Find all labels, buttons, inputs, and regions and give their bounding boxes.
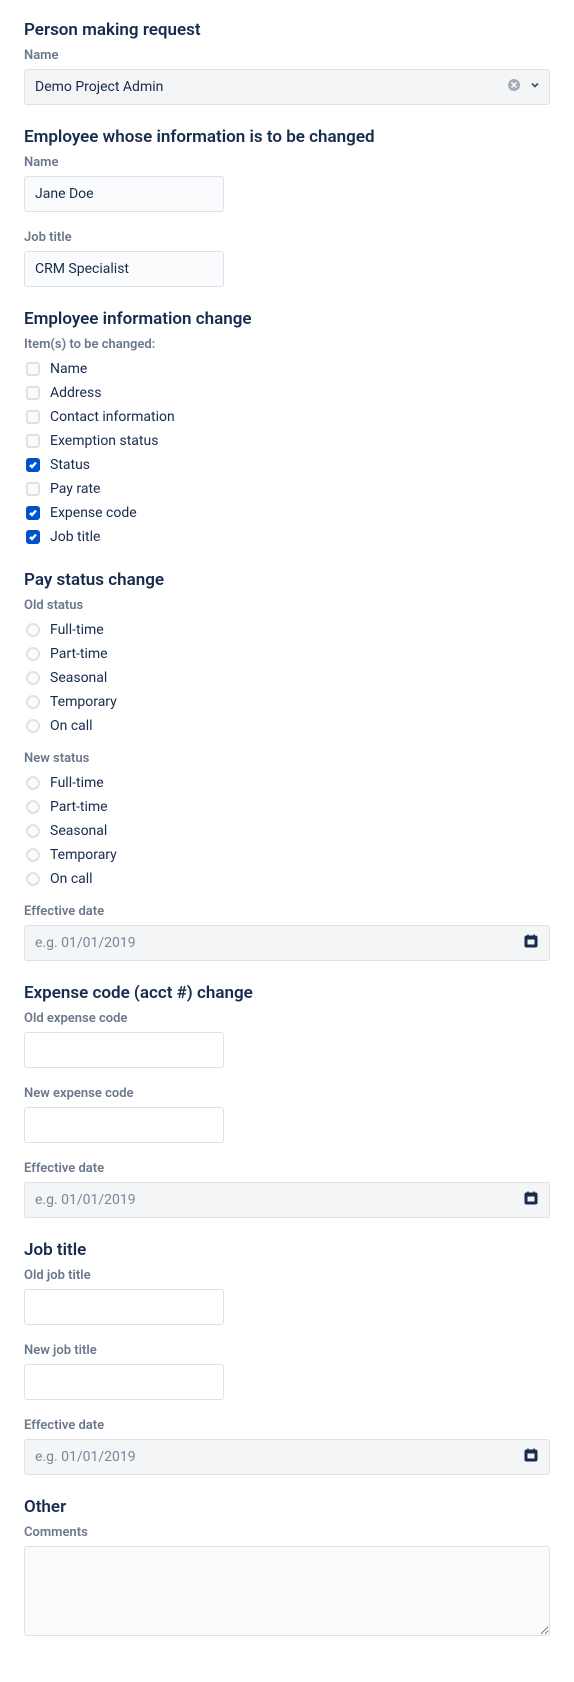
comments-textarea[interactable]	[24, 1546, 550, 1636]
section-title-info-change: Employee information change	[24, 309, 550, 329]
checkbox-row[interactable]: Expense code	[24, 502, 550, 524]
employee-job-title-input[interactable]: CRM Specialist	[24, 251, 224, 287]
radio-row[interactable]: Full-time	[24, 772, 550, 794]
label-paystatus-effective-date: Effective date	[24, 904, 550, 919]
section-title-jobtitle: Job title	[24, 1240, 550, 1260]
radio-unchecked-icon[interactable]	[26, 647, 40, 661]
radio-unchecked-icon[interactable]	[26, 623, 40, 637]
requester-name-select[interactable]: Demo Project Admin	[24, 69, 550, 105]
label-jobtitle-effective-date: Effective date	[24, 1418, 550, 1433]
label-new-expense: New expense code	[24, 1086, 550, 1101]
section-title-pay-status: Pay status change	[24, 570, 550, 590]
label-expense-effective-date: Effective date	[24, 1161, 550, 1176]
label-employee-job-title: Job title	[24, 230, 550, 245]
paystatus-effective-date-input[interactable]: e.g. 01/01/2019	[24, 925, 550, 961]
radio-row[interactable]: Temporary	[24, 844, 550, 866]
section-title-other: Other	[24, 1497, 550, 1517]
radio-unchecked-icon[interactable]	[26, 824, 40, 838]
calendar-icon	[523, 933, 539, 953]
checkbox-label: Exemption status	[50, 430, 158, 452]
radio-unchecked-icon[interactable]	[26, 872, 40, 886]
radio-label: On call	[50, 868, 93, 890]
new-expense-input[interactable]	[24, 1107, 224, 1143]
checkbox-checked-icon[interactable]	[26, 458, 40, 472]
radio-row[interactable]: Part-time	[24, 643, 550, 665]
chevron-down-icon[interactable]	[529, 79, 541, 95]
jobtitle-effective-date-input[interactable]: e.g. 01/01/2019	[24, 1439, 550, 1475]
clear-icon[interactable]	[507, 78, 521, 96]
radio-label: On call	[50, 715, 93, 737]
old-job-title-input[interactable]	[24, 1289, 224, 1325]
label-items-to-change: Item(s) to be changed:	[24, 337, 550, 352]
section-title-employee: Employee whose information is to be chan…	[24, 127, 550, 147]
expense-effective-date-input[interactable]: e.g. 01/01/2019	[24, 1182, 550, 1218]
section-title-requester: Person making request	[24, 20, 550, 40]
checkbox-unchecked-icon[interactable]	[26, 410, 40, 424]
employee-job-title-value: CRM Specialist	[35, 261, 129, 277]
checkbox-checked-icon[interactable]	[26, 506, 40, 520]
checkbox-row[interactable]: Job title	[24, 526, 550, 548]
section-title-expense: Expense code (acct #) change	[24, 983, 550, 1003]
checkbox-unchecked-icon[interactable]	[26, 386, 40, 400]
old-expense-input[interactable]	[24, 1032, 224, 1068]
radio-label: Seasonal	[50, 667, 107, 689]
employee-name-value: Jane Doe	[35, 186, 94, 202]
radio-label: Full-time	[50, 772, 104, 794]
label-old-expense: Old expense code	[24, 1011, 550, 1026]
checkbox-row[interactable]: Name	[24, 358, 550, 380]
label-new-job-title: New job title	[24, 1343, 550, 1358]
calendar-icon	[523, 1190, 539, 1210]
checkbox-label: Pay rate	[50, 478, 100, 500]
radio-label: Full-time	[50, 619, 104, 641]
radio-row[interactable]: Seasonal	[24, 820, 550, 842]
radio-row[interactable]: Part-time	[24, 796, 550, 818]
checkbox-unchecked-icon[interactable]	[26, 362, 40, 376]
radio-label: Temporary	[50, 691, 117, 713]
checkbox-label: Contact information	[50, 406, 175, 428]
checkbox-row[interactable]: Pay rate	[24, 478, 550, 500]
radio-unchecked-icon[interactable]	[26, 719, 40, 733]
radio-label: Part-time	[50, 643, 108, 665]
checkbox-unchecked-icon[interactable]	[26, 434, 40, 448]
checkbox-checked-icon[interactable]	[26, 530, 40, 544]
checkbox-label: Name	[50, 358, 87, 380]
new-job-title-input[interactable]	[24, 1364, 224, 1400]
checkbox-row[interactable]: Contact information	[24, 406, 550, 428]
checkbox-row[interactable]: Address	[24, 382, 550, 404]
checkbox-unchecked-icon[interactable]	[26, 482, 40, 496]
radio-label: Temporary	[50, 844, 117, 866]
radio-row[interactable]: Full-time	[24, 619, 550, 641]
label-old-status: Old status	[24, 598, 550, 613]
label-old-job-title: Old job title	[24, 1268, 550, 1283]
label-employee-name: Name	[24, 155, 550, 170]
checkbox-row[interactable]: Status	[24, 454, 550, 476]
checkbox-label: Address	[50, 382, 101, 404]
radio-unchecked-icon[interactable]	[26, 848, 40, 862]
radio-unchecked-icon[interactable]	[26, 776, 40, 790]
radio-unchecked-icon[interactable]	[26, 800, 40, 814]
radio-unchecked-icon[interactable]	[26, 695, 40, 709]
employee-name-input[interactable]: Jane Doe	[24, 176, 224, 212]
radio-label: Part-time	[50, 796, 108, 818]
checkbox-row[interactable]: Exemption status	[24, 430, 550, 452]
label-comments: Comments	[24, 1525, 550, 1540]
date-placeholder: e.g. 01/01/2019	[35, 1192, 136, 1208]
label-new-status: New status	[24, 751, 550, 766]
checkbox-label: Expense code	[50, 502, 137, 524]
checkbox-label: Status	[50, 454, 90, 476]
radio-row[interactable]: On call	[24, 868, 550, 890]
checkbox-label: Job title	[50, 526, 100, 548]
radio-unchecked-icon[interactable]	[26, 671, 40, 685]
calendar-icon	[523, 1447, 539, 1467]
date-placeholder: e.g. 01/01/2019	[35, 935, 136, 951]
radio-row[interactable]: Seasonal	[24, 667, 550, 689]
label-requester-name: Name	[24, 48, 550, 63]
date-placeholder: e.g. 01/01/2019	[35, 1449, 136, 1465]
requester-name-value: Demo Project Admin	[35, 79, 163, 95]
radio-row[interactable]: On call	[24, 715, 550, 737]
radio-label: Seasonal	[50, 820, 107, 842]
radio-row[interactable]: Temporary	[24, 691, 550, 713]
